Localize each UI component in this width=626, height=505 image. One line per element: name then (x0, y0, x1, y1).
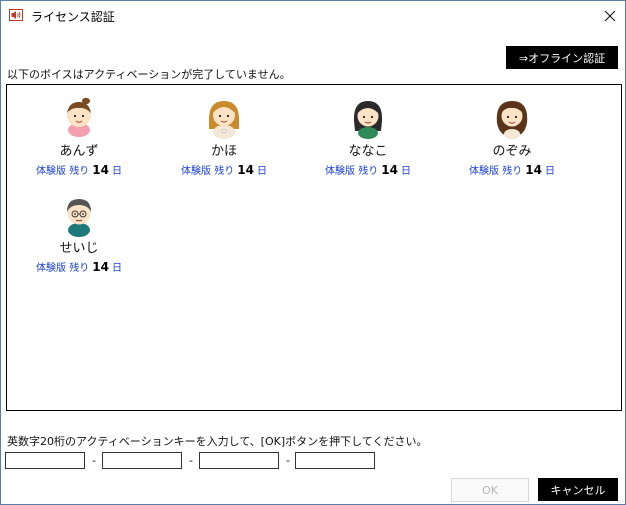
voice-name: ななこ (348, 144, 388, 159)
trial-status: 体験版 残り 14 日 (19, 260, 139, 276)
voice-name: あんず (59, 144, 99, 159)
trial-prefix: 体験版 残り (469, 166, 523, 177)
nozomi-avatar-icon (496, 101, 528, 139)
trial-unit: 日 (544, 166, 555, 177)
voice-item-seiji[interactable]: せいじ 体験版 残り 14 日 (19, 192, 139, 276)
activation-key-field-1[interactable] (5, 452, 85, 469)
window-title: ライセンス認証 (31, 10, 115, 24)
key-separator: - (286, 454, 290, 467)
key-separator: - (92, 454, 96, 467)
voice-name: かほ (210, 144, 237, 159)
activation-key-field-3[interactable] (199, 452, 279, 469)
trial-prefix: 体験版 残り (36, 263, 90, 274)
title-bar: ライセンス認証 (1, 1, 625, 31)
trial-status: 体験版 残り 14 日 (308, 163, 428, 179)
cancel-button[interactable]: キャンセル (538, 478, 618, 501)
status-message: 以下のボイスはアクティベーションが完了していません。 (7, 68, 291, 81)
speaker-icon (9, 9, 23, 21)
trial-unit: 日 (111, 263, 122, 274)
activation-key-field-2[interactable] (102, 452, 182, 469)
kaho-avatar-icon (209, 101, 239, 139)
close-icon (604, 10, 616, 22)
trial-days: 14 (525, 163, 542, 177)
trial-prefix: 体験版 残り (325, 166, 379, 177)
license-dialog: ライセンス認証 ⇒オフライン認証 以下のボイスはアクティベーションが完了していま… (0, 0, 626, 505)
trial-unit: 日 (400, 166, 411, 177)
voice-name: のぞみ (492, 144, 532, 159)
trial-days: 14 (92, 260, 109, 274)
seiji-avatar-icon (67, 199, 91, 237)
trial-status: 体験版 残り 14 日 (19, 163, 139, 179)
voice-item-anzu[interactable]: あんず 体験版 残り 14 日 (19, 95, 139, 179)
activation-key-field-4[interactable] (295, 452, 375, 469)
key-separator: - (189, 454, 193, 467)
trial-days: 14 (92, 163, 109, 177)
voice-item-nozomi[interactable]: のぞみ 体験版 残り 14 日 (452, 95, 572, 179)
trial-days: 14 (381, 163, 398, 177)
activation-instruction: 英数字20桁のアクティベーションキーを入力して、[OK]ボタンを押下してください… (7, 435, 428, 448)
trial-prefix: 体験版 残り (36, 166, 90, 177)
trial-unit: 日 (111, 166, 122, 177)
trial-days: 14 (237, 163, 254, 177)
voice-list: あんず 体験版 残り 14 日 かほ 体験版 残り 14 日 ななこ 体験版 残… (6, 84, 622, 411)
trial-status: 体験版 残り 14 日 (452, 163, 572, 179)
offline-activation-button[interactable]: ⇒オフライン認証 (506, 46, 618, 69)
ok-button[interactable]: OK (451, 478, 529, 502)
voice-name: せいじ (59, 241, 99, 256)
voice-item-nanako[interactable]: ななこ 体験版 残り 14 日 (308, 95, 428, 179)
anzu-avatar-icon (67, 97, 91, 137)
trial-status: 体験版 残り 14 日 (164, 163, 284, 179)
trial-prefix: 体験版 残り (181, 166, 235, 177)
close-button[interactable] (595, 1, 625, 31)
trial-unit: 日 (256, 166, 267, 177)
voice-item-kaho[interactable]: かほ 体験版 残り 14 日 (164, 95, 284, 179)
nanako-avatar-icon (353, 101, 383, 139)
